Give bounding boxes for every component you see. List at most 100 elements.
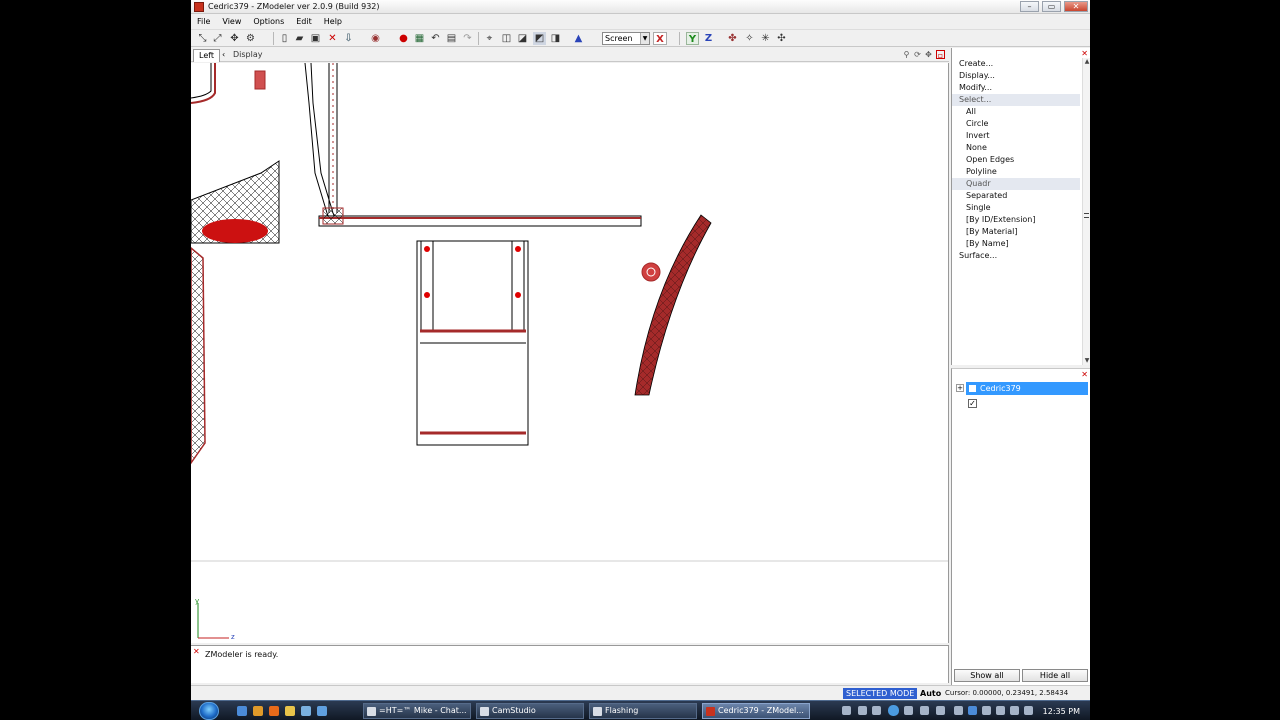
scale-icon[interactable]: ✳ bbox=[759, 32, 772, 45]
pause-icon[interactable] bbox=[888, 705, 899, 716]
chevron-up-icon[interactable]: ▲ bbox=[1083, 58, 1090, 66]
object-mode-icon[interactable]: ◩ bbox=[533, 32, 546, 45]
command-item-invert[interactable]: Invert bbox=[952, 130, 1080, 142]
new-file-icon[interactable]: ▯ bbox=[278, 32, 291, 45]
tray-icon[interactable] bbox=[968, 706, 977, 715]
menu-options[interactable]: Options bbox=[247, 15, 290, 28]
delete-icon[interactable]: ✕ bbox=[326, 32, 339, 45]
folder-icon[interactable] bbox=[285, 706, 295, 716]
properties-icon[interactable]: ▤ bbox=[445, 32, 458, 45]
start-button[interactable] bbox=[199, 702, 219, 720]
group-mode-icon[interactable]: ◨ bbox=[549, 32, 562, 45]
command-item-separated[interactable]: Separated bbox=[952, 190, 1080, 202]
render-icon[interactable]: ● bbox=[397, 32, 410, 45]
rotate-view-icon[interactable]: ⟳ bbox=[913, 50, 922, 59]
pan-icon[interactable]: ✥ bbox=[924, 50, 933, 59]
stop-icon[interactable] bbox=[858, 706, 867, 715]
clock[interactable]: 12:35 PM bbox=[1043, 705, 1080, 719]
tray-icon[interactable] bbox=[1010, 706, 1019, 715]
tree-node-selected[interactable]: Cedric379 bbox=[966, 382, 1088, 395]
chevron-left-icon[interactable] bbox=[954, 706, 963, 715]
tray-icon[interactable] bbox=[842, 706, 851, 715]
command-item-open-edges[interactable]: Open Edges bbox=[952, 154, 1080, 166]
command-item-display[interactable]: Display... bbox=[952, 70, 1080, 82]
close-icon[interactable]: ✕ bbox=[1081, 370, 1088, 379]
tray-icon[interactable] bbox=[996, 706, 1005, 715]
edge-mode-icon[interactable]: ◫ bbox=[500, 32, 513, 45]
minimize-button[interactable]: – bbox=[1020, 1, 1039, 12]
command-item-by-id-extension[interactable]: [By ID/Extension] bbox=[952, 214, 1080, 226]
command-item-select[interactable]: Select... bbox=[952, 94, 1080, 106]
rotate-icon[interactable]: ✧ bbox=[743, 32, 756, 45]
command-item-none[interactable]: None bbox=[952, 142, 1080, 154]
app-icon[interactable] bbox=[317, 706, 327, 716]
tray-icon[interactable] bbox=[1024, 706, 1033, 715]
viewport-tab-left[interactable]: Left bbox=[193, 49, 221, 62]
tray-icon[interactable] bbox=[982, 706, 991, 715]
menu-edit[interactable]: Edit bbox=[290, 15, 318, 28]
close-icon[interactable]: ✕ bbox=[193, 648, 200, 656]
expand-icon[interactable]: + bbox=[956, 384, 964, 392]
command-item-all[interactable]: All bbox=[952, 106, 1080, 118]
select-add-icon[interactable]: ⤢ bbox=[211, 32, 224, 45]
firefox-icon[interactable] bbox=[269, 706, 279, 716]
task-zmodeler[interactable]: Cedric379 - ZModel... bbox=[702, 703, 810, 719]
show-all-button[interactable]: Show all bbox=[954, 669, 1020, 682]
hide-all-button[interactable]: Hide all bbox=[1022, 669, 1088, 682]
app-icon[interactable] bbox=[301, 706, 311, 716]
axis-gizmo-icon[interactable]: ✣ bbox=[775, 32, 788, 45]
desktop-icon[interactable] bbox=[237, 706, 247, 716]
axis-x-toggle[interactable]: X bbox=[653, 32, 667, 45]
close-button[interactable]: ✕ bbox=[1064, 1, 1088, 12]
child-visibility-checkbox[interactable]: ✓ bbox=[968, 399, 977, 408]
open-file-icon[interactable]: ▰ bbox=[293, 32, 306, 45]
forward-icon[interactable] bbox=[904, 706, 913, 715]
transform-tool-icon[interactable]: ⚙ bbox=[244, 32, 257, 45]
vertex-mode-icon[interactable]: ⌖ bbox=[483, 32, 496, 45]
axis-z-toggle[interactable]: Z bbox=[702, 32, 715, 45]
command-item-modify[interactable]: Modify... bbox=[952, 82, 1080, 94]
media-player-icon[interactable] bbox=[253, 706, 263, 716]
close-icon[interactable]: ✕ bbox=[1081, 49, 1088, 58]
display-menu[interactable]: Display bbox=[233, 50, 263, 59]
chevron-down-icon[interactable]: ▼ bbox=[1083, 357, 1090, 365]
undo-icon[interactable]: ↶ bbox=[429, 32, 442, 45]
command-item-by-material[interactable]: [By Material] bbox=[952, 226, 1080, 238]
save-file-icon[interactable]: ▣ bbox=[309, 32, 322, 45]
zoom-icon[interactable]: ⚲ bbox=[902, 50, 911, 59]
chevron-left-icon[interactable]: ‹ bbox=[222, 50, 225, 59]
command-item-by-name[interactable]: [By Name] bbox=[952, 238, 1080, 250]
vertex-select-icon[interactable]: ▲ bbox=[572, 32, 585, 45]
auto-mode-label[interactable]: Auto bbox=[920, 688, 941, 699]
command-item-create[interactable]: Create... bbox=[952, 58, 1080, 70]
maximize-button[interactable]: ▭ bbox=[1042, 1, 1061, 12]
menu-view[interactable]: View bbox=[216, 15, 247, 28]
command-item-circle[interactable]: Circle bbox=[952, 118, 1080, 130]
task-flashing[interactable]: Flashing bbox=[589, 703, 697, 719]
command-item-quadr[interactable]: Quadr bbox=[952, 178, 1080, 190]
select-tool-icon[interactable]: ⤡ bbox=[196, 32, 209, 45]
maximize-viewport-icon[interactable]: ▫ bbox=[936, 50, 945, 60]
snap-icon[interactable]: ✤ bbox=[726, 32, 739, 45]
tree-node-root[interactable]: + Cedric379 bbox=[956, 382, 1088, 395]
command-item-single[interactable]: Single bbox=[952, 202, 1080, 214]
task-chat[interactable]: =HT=™ Mike - Chat... bbox=[363, 703, 471, 719]
rewind-icon[interactable] bbox=[872, 706, 881, 715]
volume-icon[interactable] bbox=[920, 706, 929, 715]
title-bar[interactable]: Cedric379 - ZModeler ver 2.0.9 (Build 93… bbox=[191, 0, 1090, 14]
task-camstudio[interactable]: CamStudio bbox=[476, 703, 584, 719]
menu-help[interactable]: Help bbox=[318, 15, 348, 28]
axis-y-toggle[interactable]: Y bbox=[686, 32, 699, 45]
face-mode-icon[interactable]: ◪ bbox=[516, 32, 529, 45]
move-tool-icon[interactable]: ✥ bbox=[228, 32, 241, 45]
network-icon[interactable] bbox=[936, 706, 945, 715]
command-item-surface[interactable]: Surface... bbox=[952, 250, 1080, 262]
material-editor-icon[interactable]: ◉ bbox=[369, 32, 382, 45]
scroll-grip[interactable] bbox=[1084, 213, 1089, 218]
import-icon[interactable]: ⇩ bbox=[342, 32, 355, 45]
coordinate-space-select[interactable]: Screen ▼ bbox=[602, 32, 650, 45]
menu-file[interactable]: File bbox=[191, 15, 216, 28]
viewport-left[interactable]: y z bbox=[191, 63, 949, 643]
redo-icon[interactable]: ↷ bbox=[461, 32, 474, 45]
texture-icon[interactable]: ▦ bbox=[413, 32, 426, 45]
